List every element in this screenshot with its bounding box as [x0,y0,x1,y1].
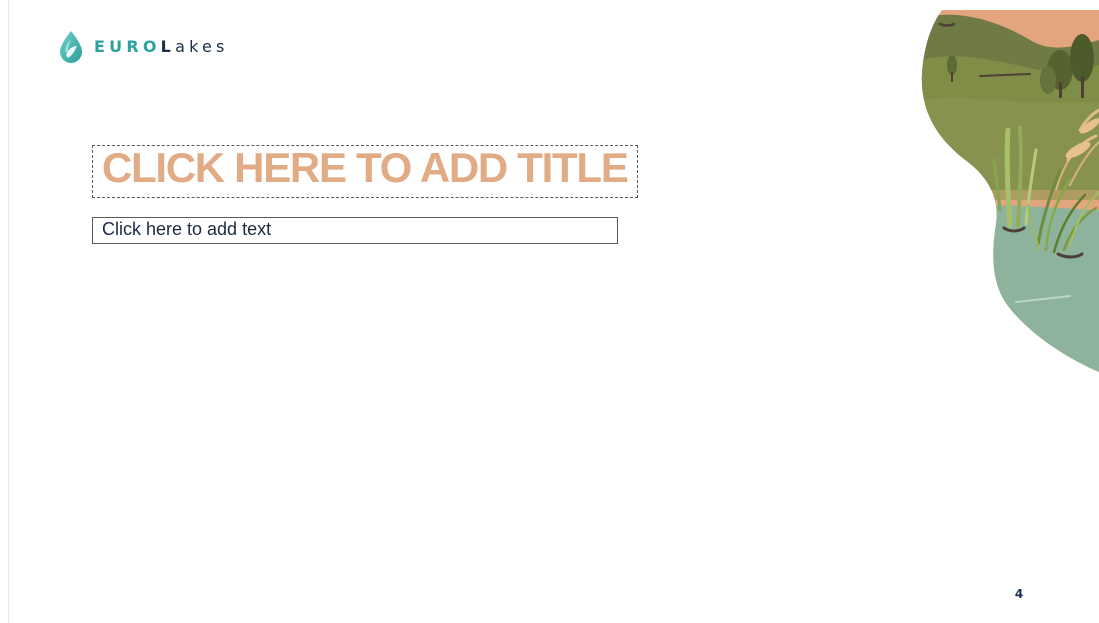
body-text-placeholder-box[interactable]: Click here to add text [92,217,618,244]
title-placeholder-box[interactable]: CLICK HERE TO ADD TITLE [92,145,638,198]
water-drop-icon [60,31,82,63]
body-text-placeholder: Click here to add text [102,219,272,239]
eurolakes-logo: EUROLakes [58,30,229,64]
logo-wordmark: EUROLakes [94,30,229,64]
logo-wordmark-euro: EURO [94,37,161,56]
logo-wordmark-akes: akes [175,37,229,56]
title-placeholder-text: CLICK HERE TO ADD TITLE [102,145,629,191]
slide-edge-line [8,0,9,623]
lake-landscape-illustration [921,10,1099,372]
slide-page-number: 4 [1014,587,1024,601]
logo-wordmark-l: L [160,37,176,56]
